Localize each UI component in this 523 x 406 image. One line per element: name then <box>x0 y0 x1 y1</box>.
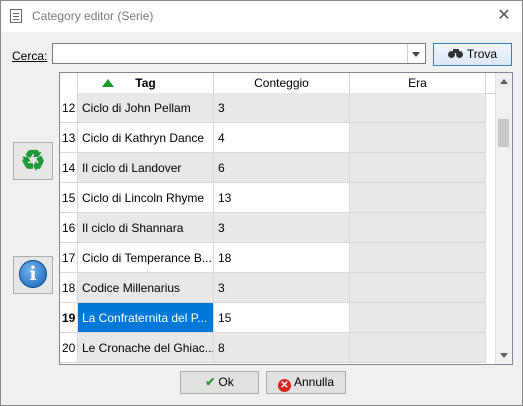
ok-button-label: Ok <box>218 375 234 389</box>
era-cell[interactable] <box>350 123 486 153</box>
row-number-cell: 20 <box>60 333 78 363</box>
tag-cell[interactable]: Codice Millenarius <box>78 273 214 303</box>
search-dropdown-button[interactable] <box>407 44 425 63</box>
tag-cell[interactable]: Ciclo di Lincoln Rhyme <box>78 183 214 213</box>
count-cell[interactable]: 4 <box>214 123 350 153</box>
column-header-tag[interactable]: Tag <box>78 73 214 93</box>
checkmark-icon: ✔ <box>205 375 216 389</box>
row-number-cell: 19 <box>60 303 78 333</box>
table-row[interactable]: 18 Codice Millenarius 3 <box>60 273 496 303</box>
row-number-cell: 16 <box>60 213 78 243</box>
tag-cell[interactable]: Ciclo di John Pellam <box>78 93 214 123</box>
search-label-text: Cerca: <box>12 49 48 63</box>
table-row[interactable]: 17 Ciclo di Temperance B... 18 <box>60 243 496 273</box>
search-label: Cerca: <box>12 49 47 63</box>
era-cell[interactable] <box>350 213 486 243</box>
column-header-era[interactable]: Era <box>350 73 486 93</box>
table-row[interactable]: 20 Le Cronache del Ghiac... 8 <box>60 333 496 363</box>
close-button[interactable]: ✕ <box>492 5 516 27</box>
delete-unused-button[interactable]: ♻ <box>13 142 53 180</box>
recycle-icon: ♻ <box>20 145 46 176</box>
info-button[interactable]: i <box>13 256 53 294</box>
table-row[interactable]: 14 Il ciclo di Landover 6 <box>60 153 496 183</box>
era-cell[interactable] <box>350 303 486 333</box>
title-bar: Category editor (Serie) ✕ <box>1 1 522 32</box>
document-icon <box>10 9 22 23</box>
tag-cell[interactable]: La Confraternita del P... <box>78 303 214 333</box>
row-number-cell: 18 <box>60 273 78 303</box>
row-number-cell: 12 <box>60 93 78 123</box>
tag-cell[interactable]: Ciclo di Kathryn Dance <box>78 123 214 153</box>
column-header-tag-label: Tag <box>135 76 156 90</box>
scroll-down-arrow[interactable] <box>496 347 512 364</box>
find-button-label: Trova <box>466 47 498 61</box>
category-editor-dialog: Category editor (Serie) ✕ Cerca: Trova ♻… <box>0 0 523 406</box>
tag-table[interactable]: Tag Conteggio Era 12 Ciclo di John Pellam… <box>59 72 513 365</box>
tag-cell[interactable]: Il ciclo di Landover <box>78 153 214 183</box>
table-header: Tag Conteggio Era <box>60 73 496 94</box>
row-number-cell: 15 <box>60 183 78 213</box>
count-cell[interactable]: 18 <box>214 243 350 273</box>
row-number-header <box>60 73 78 93</box>
ok-button[interactable]: ✔ Ok <box>180 371 259 394</box>
row-number-cell: 13 <box>60 123 78 153</box>
table-row[interactable]: 16 Il ciclo di Shannara 3 <box>60 213 496 243</box>
table-row[interactable]: 19 La Confraternita del P... 15 <box>60 303 496 333</box>
era-cell[interactable] <box>350 273 486 303</box>
tag-cell[interactable]: Le Cronache del Ghiac... <box>78 333 214 363</box>
era-cell[interactable] <box>350 333 486 363</box>
era-cell[interactable] <box>350 183 486 213</box>
cancel-button[interactable]: ✕ Annulla <box>266 371 346 394</box>
cancel-icon: ✕ <box>277 379 291 392</box>
table-row[interactable]: 12 Ciclo di John Pellam 3 <box>60 93 496 123</box>
window-title: Category editor (Serie) <box>32 9 154 23</box>
count-cell[interactable]: 6 <box>214 153 350 183</box>
count-cell[interactable]: 13 <box>214 183 350 213</box>
cancel-button-label: Annulla <box>293 375 335 389</box>
era-cell[interactable] <box>350 153 486 183</box>
tag-cell[interactable]: Ciclo di Temperance B... <box>78 243 214 273</box>
row-number-cell: 17 <box>60 243 78 273</box>
count-cell[interactable]: 3 <box>214 93 350 123</box>
table-row[interactable]: 13 Ciclo di Kathryn Dance 4 <box>60 123 496 153</box>
sort-ascending-icon <box>102 79 114 87</box>
era-cell[interactable] <box>350 93 486 123</box>
count-cell[interactable]: 3 <box>214 273 350 303</box>
search-combobox[interactable] <box>52 43 426 64</box>
column-header-count[interactable]: Conteggio <box>214 73 350 93</box>
vertical-scrollbar[interactable] <box>495 73 512 364</box>
tag-cell[interactable]: Il ciclo di Shannara <box>78 213 214 243</box>
row-number-cell: 14 <box>60 153 78 183</box>
era-cell[interactable] <box>350 243 486 273</box>
scroll-thumb[interactable] <box>498 119 509 147</box>
find-button[interactable]: Trova <box>433 43 512 66</box>
info-icon: i <box>19 260 47 288</box>
table-row[interactable]: 15 Ciclo di Lincoln Rhyme 13 <box>60 183 496 213</box>
count-cell[interactable]: 15 <box>214 303 350 333</box>
binoculars-icon <box>447 49 464 59</box>
count-cell[interactable]: 3 <box>214 213 350 243</box>
scroll-up-arrow[interactable] <box>496 73 512 90</box>
search-input[interactable] <box>53 44 409 63</box>
count-cell[interactable]: 8 <box>214 333 350 363</box>
